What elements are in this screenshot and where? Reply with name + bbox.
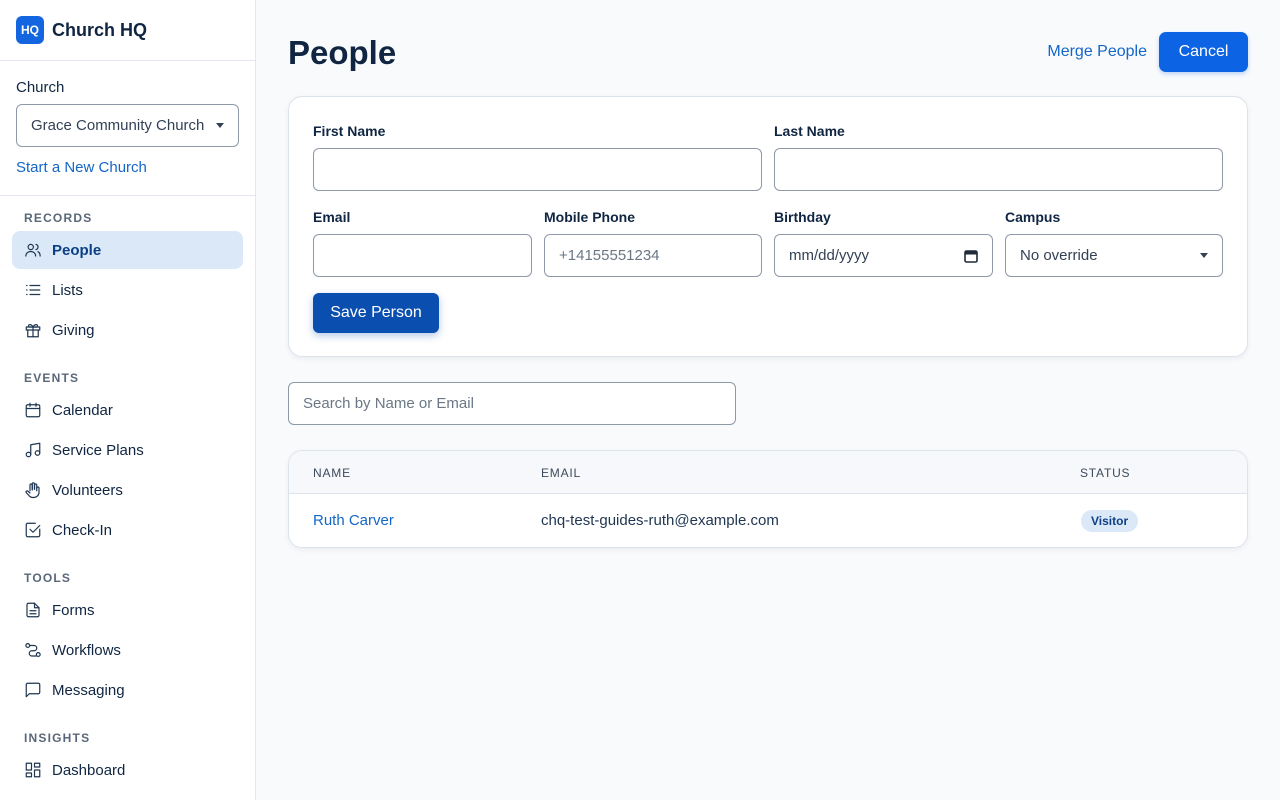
sidebar-item-messaging[interactable]: Messaging	[12, 671, 243, 709]
church-select-value: Grace Community Church	[31, 117, 205, 134]
table-row: Ruth Carver chq-test-guides-ruth@example…	[289, 494, 1247, 547]
email-input[interactable]	[313, 234, 532, 277]
users-icon	[24, 241, 42, 259]
table-header: NAME EMAIL STATUS	[289, 451, 1247, 494]
column-header-name: NAME	[313, 466, 351, 480]
music-note-icon	[24, 441, 42, 459]
chevron-down-icon	[216, 123, 224, 128]
birthday-input[interactable]: mm/dd/yyyy	[774, 234, 993, 277]
status-badge: Visitor	[1081, 510, 1139, 532]
sidebar-item-giving[interactable]: Giving	[12, 311, 243, 349]
sidebar-item-label: Calendar	[52, 401, 113, 419]
birthday-label: Birthday	[774, 209, 831, 225]
sidebar-item-label: Giving	[52, 321, 95, 339]
sidebar-item-label: Check-In	[52, 521, 113, 539]
sidebar-nav: RECORDS People Lists Giving EVENTS Calen…	[0, 196, 255, 789]
message-icon	[24, 681, 42, 699]
brand-logo: HQ	[16, 16, 44, 44]
checkbox-icon	[24, 521, 42, 539]
search-input[interactable]: Search by Name or Email	[288, 382, 736, 425]
column-header-status: STATUS	[1080, 466, 1131, 480]
mobile-phone-placeholder: +14155551234	[559, 247, 660, 264]
last-name-label: Last Name	[774, 123, 845, 139]
sidebar-item-service-plans[interactable]: Service Plans	[12, 431, 243, 469]
brand-name: Church HQ	[52, 19, 148, 40]
document-icon	[24, 601, 42, 619]
first-name-label: First Name	[313, 123, 386, 139]
sidebar-item-check-in[interactable]: Check-In	[12, 511, 243, 549]
merge-people-link[interactable]: Merge People	[1047, 43, 1147, 61]
sidebar-item-label: Lists	[52, 281, 83, 299]
sidebar-item-workflows[interactable]: Workflows	[12, 631, 243, 669]
sidebar: HQ Church HQ Church Grace Community Chur…	[0, 0, 256, 800]
nav-heading-events: EVENTS	[24, 371, 80, 385]
person-form: First Name Last Name Email Mobile Phone …	[288, 96, 1248, 357]
cancel-button[interactable]: Cancel	[1159, 32, 1248, 72]
birthday-placeholder: mm/dd/yyyy	[789, 247, 870, 264]
sidebar-item-calendar[interactable]: Calendar	[12, 391, 243, 429]
church-switcher: Church Grace Community Church Start a Ne…	[0, 61, 255, 196]
nav-heading-records: RECORDS	[24, 211, 93, 225]
column-header-email: EMAIL	[541, 466, 582, 480]
page-title: People	[288, 34, 397, 71]
list-icon	[24, 281, 42, 299]
sidebar-item-label: Dashboard	[52, 761, 126, 779]
email-label: Email	[313, 209, 351, 225]
person-name-link[interactable]: Ruth Carver	[313, 512, 394, 529]
last-name-input[interactable]	[774, 148, 1223, 191]
search-placeholder: Search by Name or Email	[303, 395, 474, 412]
dashboard-icon	[24, 761, 42, 779]
gift-icon	[24, 321, 42, 339]
sidebar-item-label: Volunteers	[52, 481, 123, 499]
sidebar-item-label: Messaging	[52, 681, 125, 699]
workflow-icon	[24, 641, 42, 659]
calendar-icon	[24, 401, 42, 419]
mobile-phone-input[interactable]: +14155551234	[544, 234, 762, 277]
sidebar-item-lists[interactable]: Lists	[12, 271, 243, 309]
church-label: Church	[16, 79, 65, 96]
sidebar-item-label: Forms	[52, 601, 95, 619]
brand[interactable]: HQ Church HQ	[0, 0, 255, 61]
main-content: People Merge People Cancel First Name La…	[256, 0, 1280, 800]
calendar-picker-icon[interactable]	[964, 249, 978, 263]
nav-heading-insights: INSIGHTS	[24, 731, 91, 745]
first-name-input[interactable]	[313, 148, 762, 191]
hand-icon	[24, 481, 42, 499]
sidebar-item-label: Workflows	[52, 641, 121, 659]
person-email: chq-test-guides-ruth@example.com	[541, 512, 779, 529]
save-person-button[interactable]: Save Person	[313, 293, 439, 333]
church-select[interactable]: Grace Community Church	[16, 104, 239, 147]
sidebar-item-people[interactable]: People	[12, 231, 243, 269]
campus-select[interactable]: No override	[1005, 234, 1223, 277]
sidebar-item-forms[interactable]: Forms	[12, 591, 243, 629]
sidebar-item-dashboard[interactable]: Dashboard	[12, 751, 243, 789]
sidebar-item-label: Service Plans	[52, 441, 144, 459]
campus-label: Campus	[1005, 209, 1061, 225]
sidebar-item-volunteers[interactable]: Volunteers	[12, 471, 243, 509]
nav-heading-tools: TOOLS	[24, 571, 72, 585]
chevron-down-icon	[1200, 253, 1208, 258]
mobile-phone-label: Mobile Phone	[544, 209, 635, 225]
campus-select-value: No override	[1020, 247, 1098, 264]
people-table: NAME EMAIL STATUS Ruth Carver chq-test-g…	[288, 450, 1248, 548]
sidebar-item-label: People	[52, 241, 102, 259]
start-new-church-link[interactable]: Start a New Church	[16, 159, 239, 176]
